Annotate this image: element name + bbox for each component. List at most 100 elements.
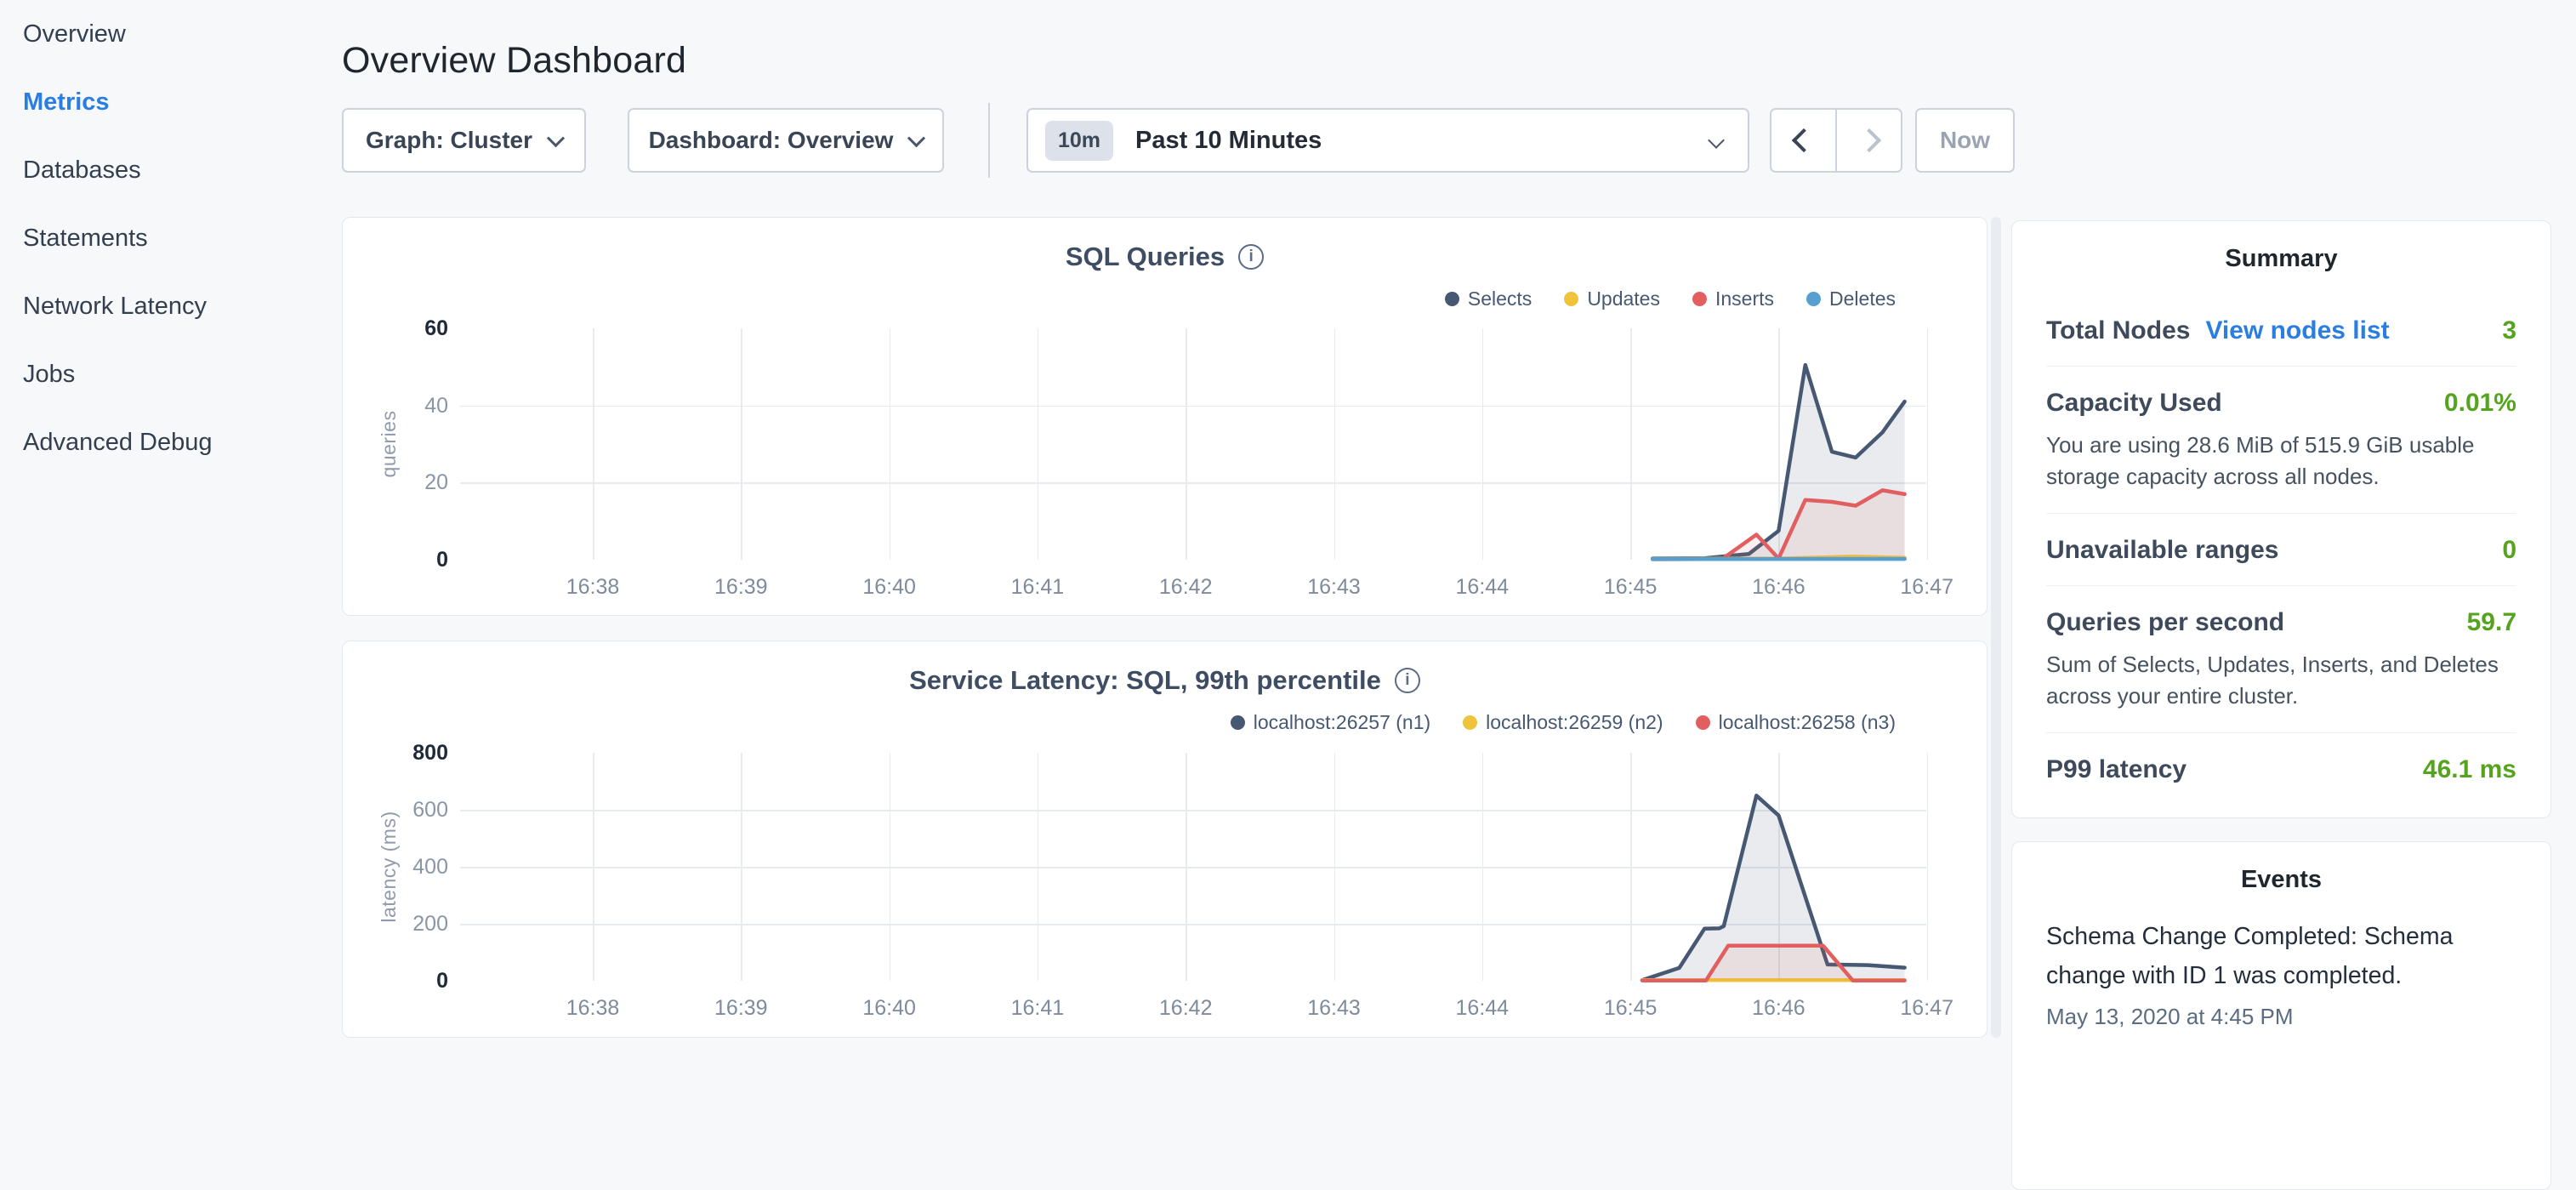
x-tick-label: 16:39 [681, 996, 800, 1021]
legend-label: Inserts [1715, 288, 1774, 310]
dashboard-dropdown-label: Dashboard: Overview [649, 127, 894, 154]
legend-item[interactable]: Selects [1445, 288, 1532, 310]
stat-value: 3 [2502, 316, 2516, 345]
summary-stats: Total Nodes View nodes list 3 Capacity Used… [2046, 294, 2516, 805]
chart-canvas [460, 328, 1940, 560]
legend-dot-icon [1564, 292, 1578, 306]
time-pager [1770, 108, 1902, 173]
controls-divider [988, 103, 990, 178]
time-window-badge: 10m [1045, 121, 1113, 161]
event-item[interactable]: Schema Change Completed: Schema change w… [2046, 917, 2516, 1030]
x-tick-label: 16:40 [830, 996, 949, 1021]
legend-dot-icon [1692, 292, 1707, 306]
legend-dot-icon [1806, 292, 1821, 306]
events-panel: Events Schema Change Completed: Schema c… [2011, 841, 2551, 1190]
y-tick-label: 0 [342, 968, 448, 994]
stat-value: 46.1 ms [2423, 755, 2516, 784]
sidebar-item-advanced-debug[interactable]: Advanced Debug [23, 408, 328, 476]
x-tick-label: 16:46 [1719, 996, 1838, 1021]
summary-stat-row: P99 latency 46.1 ms [2046, 732, 2516, 805]
events-title: Events [2012, 866, 2550, 894]
legend-label: Updates [1587, 288, 1660, 310]
summary-stat-row: Capacity Used0.01%You are using 28.6 MiB… [2046, 366, 2516, 513]
legend-label: localhost:26257 (n1) [1254, 711, 1430, 734]
x-tick-label: 16:47 [1868, 996, 1987, 1021]
summary-title: Summary [2012, 245, 2550, 273]
y-axis-label: queries [378, 411, 401, 478]
sidebar-item-overview[interactable]: Overview [23, 0, 328, 68]
stat-label: Total Nodes [2046, 316, 2190, 345]
x-tick-label: 16:40 [830, 575, 949, 600]
graph-dropdown-label: Graph: Cluster [366, 127, 532, 154]
legend-item[interactable]: localhost:26257 (n1) [1231, 711, 1430, 734]
summary-stat-row: Unavailable ranges 0 [2046, 513, 2516, 585]
x-tick-label: 16:47 [1868, 575, 1987, 600]
now-button[interactable]: Now [1915, 108, 2015, 173]
chevron-down-icon [907, 129, 925, 147]
charts-scrollbar[interactable] [1991, 217, 2001, 1038]
graph-dropdown[interactable]: Graph: Cluster [342, 108, 586, 173]
time-forward-button[interactable] [1835, 110, 1901, 171]
legend-item[interactable]: localhost:26258 (n3) [1696, 711, 1896, 734]
sidebar-item-jobs[interactable]: Jobs [23, 340, 328, 408]
time-range-dropdown[interactable]: 10m Past 10 Minutes [1026, 108, 1749, 173]
plot-area[interactable]: 16:3816:3916:4016:4116:4216:4316:4416:45… [460, 328, 1940, 560]
chart-title: Service Latency: SQL, 99th percentile [909, 665, 1381, 696]
chart-canvas [460, 753, 1940, 981]
x-tick-label: 16:42 [1126, 996, 1245, 1021]
time-back-button[interactable] [1771, 110, 1835, 171]
dashboard-dropdown[interactable]: Dashboard: Overview [628, 108, 944, 173]
legend-item[interactable]: Deletes [1806, 288, 1896, 310]
legend-item[interactable]: localhost:26259 (n2) [1463, 711, 1663, 734]
stat-label: Capacity Used [2046, 389, 2222, 418]
legend-dot-icon [1445, 292, 1459, 306]
chevron-down-icon [547, 129, 565, 147]
legend-label: localhost:26259 (n2) [1486, 711, 1663, 734]
x-tick-label: 16:43 [1275, 996, 1394, 1021]
info-icon[interactable]: i [1238, 244, 1264, 270]
x-tick-label: 16:38 [533, 575, 652, 600]
x-tick-label: 16:39 [681, 575, 800, 600]
x-tick-label: 16:43 [1275, 575, 1394, 600]
y-tick-label: 800 [342, 740, 448, 766]
x-tick-label: 16:41 [978, 575, 1097, 600]
y-tick-label: 60 [342, 316, 448, 341]
stat-value: 59.7 [2467, 608, 2516, 637]
x-tick-label: 16:46 [1719, 575, 1838, 600]
page-title: Overview Dashboard [342, 40, 686, 82]
summary-panel: Summary Total Nodes View nodes list 3 Capac… [2011, 220, 2551, 818]
event-message: Schema Change Completed: Schema change w… [2046, 917, 2476, 995]
y-axis-label: latency (ms) [378, 811, 401, 922]
x-tick-label: 16:42 [1126, 575, 1245, 600]
chart-title-row: SQL Queries i [343, 242, 1987, 272]
sidebar-item-network-latency[interactable]: Network Latency [23, 272, 328, 340]
plot-area[interactable]: 16:3816:3916:4016:4116:4216:4316:4416:45… [460, 753, 1940, 981]
legend-dot-icon [1231, 715, 1245, 730]
chevron-down-icon [1708, 132, 1725, 149]
x-tick-label: 16:45 [1571, 996, 1690, 1021]
summary-stat-row: Queries per second 59.7 Sum of Selects, Up… [2046, 585, 2516, 732]
stat-label: Queries per second [2046, 608, 2284, 637]
events-list: Schema Change Completed: Schema change w… [2046, 917, 2516, 1030]
info-icon[interactable]: i [1395, 668, 1420, 693]
chevron-left-icon [1791, 128, 1815, 152]
legend-label: Selects [1468, 288, 1532, 310]
stat-label: Unavailable ranges [2046, 536, 2278, 565]
stat-link[interactable]: View nodes list [2205, 316, 2389, 345]
legend-dot-icon [1463, 715, 1477, 730]
controls-row: Graph: Cluster Dashboard: Overview 10m P… [0, 108, 2576, 173]
stat-value: 0 [2502, 536, 2516, 565]
x-tick-label: 16:44 [1423, 996, 1542, 1021]
x-tick-label: 16:38 [533, 996, 652, 1021]
stat-description: Sum of Selects, Updates, Inserts, and De… [2046, 649, 2510, 712]
sidebar-item-statements[interactable]: Statements [23, 204, 328, 272]
legend-item[interactable]: Inserts [1692, 288, 1774, 310]
stat-label: P99 latency [2046, 755, 2186, 784]
legend-label: localhost:26258 (n3) [1719, 711, 1896, 734]
legend-label: Deletes [1829, 288, 1896, 310]
legend-item[interactable]: Updates [1564, 288, 1660, 310]
stat-value: 0.01% [2444, 389, 2516, 418]
legend-dot-icon [1696, 715, 1710, 730]
chart-legend: localhost:26257 (n1) localhost:26259 (n2)… [1231, 711, 1896, 734]
time-window-label: Past 10 Minutes [1135, 127, 1710, 155]
